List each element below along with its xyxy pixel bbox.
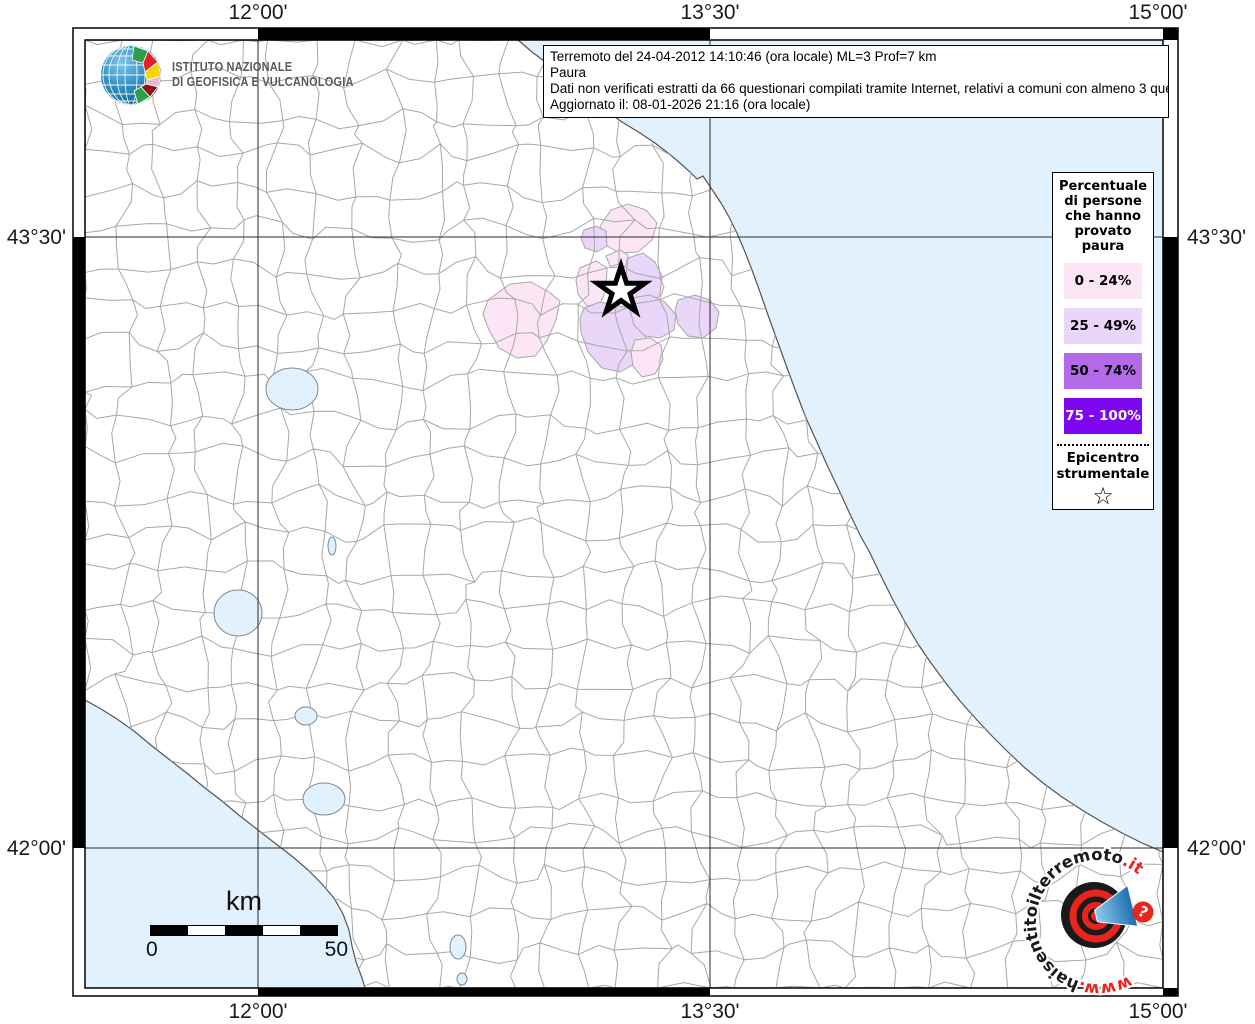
legend-title: Percentuale di persone che hanno provato… xyxy=(1059,179,1147,254)
lake xyxy=(213,589,263,637)
legend-separator xyxy=(1057,444,1149,446)
frame-segment xyxy=(73,28,85,40)
haisentitoilterremoto-logo: ? www.haisentitoilterremoto.it xyxy=(1019,843,1154,1001)
frame-segment xyxy=(1163,28,1178,40)
scale-bar-start: 0 xyxy=(146,938,158,961)
scale-segment xyxy=(225,926,263,935)
legend-epicenter-line: strumentale xyxy=(1056,466,1150,482)
legend-swatch-0-24: 0 - 24% xyxy=(1064,263,1142,299)
frame-segment xyxy=(710,28,1163,40)
legend-title-line: che hanno xyxy=(1065,209,1141,224)
frame-segment xyxy=(73,988,85,996)
ingv-logo-text: ISTITUTO NAZIONALE DI GEOFISICA E VULCAN… xyxy=(172,60,354,90)
legend-title-line: Percentuale xyxy=(1058,179,1148,194)
legend-swatch-75-100: 75 - 100% xyxy=(1064,398,1142,434)
legend: Percentuale di persone che hanno provato… xyxy=(1052,172,1154,510)
legend-star-icon: ☆ xyxy=(1092,482,1114,510)
scale-bar-end: 50 xyxy=(324,938,348,961)
coord-label-left-42: 42°00' xyxy=(6,837,66,860)
event-question-line: Paura xyxy=(550,65,587,80)
legend-epicenter-label: Epicentro strumentale xyxy=(1057,450,1150,482)
coord-label-top-15: 15°00' xyxy=(1128,1,1188,24)
coord-label-left-4330: 43°30' xyxy=(6,226,66,249)
coord-label-bottom-1330: 13°30' xyxy=(680,1000,740,1023)
event-title-line: Terremoto del 24-04-2012 14:10:46 (ora l… xyxy=(550,49,937,64)
legend-title-line: provato xyxy=(1074,224,1132,239)
legend-title-line: paura xyxy=(1081,239,1125,254)
coord-label-top-1330: 13°30' xyxy=(680,1,740,24)
frame-segment xyxy=(73,848,85,988)
scale-bar-segments xyxy=(150,925,338,936)
legend-swatch-50-74: 50 - 74% xyxy=(1064,353,1142,389)
legend-epicenter-line: Epicentro xyxy=(1066,450,1140,466)
scale-segment xyxy=(299,926,338,935)
logo-url-www: www. xyxy=(1076,972,1135,999)
frame-segment xyxy=(85,28,258,40)
lake xyxy=(449,934,467,960)
coord-label-right-42: 42°00' xyxy=(1187,837,1247,860)
legend-title-line: di persone xyxy=(1064,194,1142,209)
event-data-note-line: Dati non verificati estratti da 66 quest… xyxy=(550,81,1169,96)
scale-segment xyxy=(151,926,189,935)
ingv-globe-icon xyxy=(101,45,161,105)
scale-bar-unit: km xyxy=(226,886,262,916)
scale-bar: km 0 50 xyxy=(146,886,348,961)
frame-segment xyxy=(258,28,710,40)
scale-segment xyxy=(188,926,226,935)
coord-label-top-12: 12°00' xyxy=(228,1,288,24)
frame-segment xyxy=(1163,237,1178,848)
event-updated-line: Aggiornato il: 08-01-2026 21:16 (ora loc… xyxy=(550,97,811,112)
lake xyxy=(456,972,468,986)
coord-label-right-4330: 43°30' xyxy=(1187,226,1247,249)
coord-label-bottom-12: 12°00' xyxy=(228,1000,288,1023)
lake xyxy=(302,782,346,816)
lake xyxy=(327,536,337,556)
frame-segment xyxy=(73,237,85,848)
legend-swatch-25-49: 25 - 49% xyxy=(1064,308,1142,344)
ingv-logo-line2: DI GEOFISICA E VULCANOLOGIA xyxy=(172,75,354,89)
ingv-logo: ISTITUTO NAZIONALE DI GEOFISICA E VULCAN… xyxy=(98,42,378,108)
ingv-logo-line1: ISTITUTO NAZIONALE xyxy=(172,60,293,74)
lake xyxy=(294,706,318,726)
lake xyxy=(265,367,319,411)
scale-segment xyxy=(262,926,300,935)
frame-segment xyxy=(258,988,710,996)
event-info-box: Terremoto del 24-04-2012 14:10:46 (ora l… xyxy=(543,45,1169,118)
frame-segment xyxy=(73,40,85,237)
frame-segment xyxy=(85,988,258,996)
